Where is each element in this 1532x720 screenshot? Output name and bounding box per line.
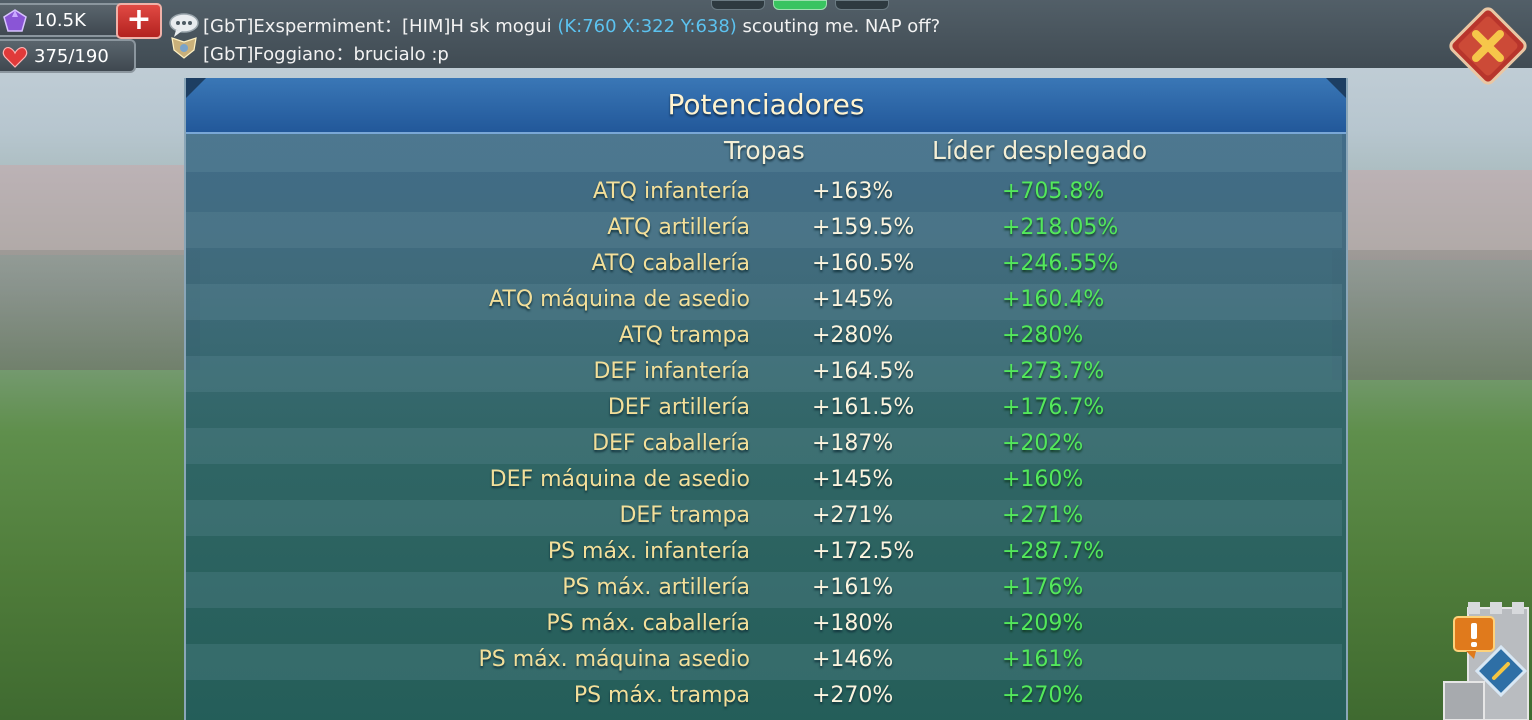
chat-message-1-text: [GbT]Exspermiment：[HIM]H sk mogui (203, 16, 558, 37)
chat-message-2: [GbT]Foggiano：brucialo :p (203, 44, 449, 65)
background-wall-right (1332, 250, 1532, 380)
troops-value: +163% (812, 179, 894, 204)
boost-row: PS máx. trampa +270% +270% (186, 680, 1342, 716)
boost-label: ATQ máquina de asedio (489, 287, 750, 312)
leader-value: +160% (1002, 467, 1084, 492)
panel-header: Potenciadores (186, 78, 1346, 134)
chat-channel-tabs[interactable] (705, 0, 895, 10)
boost-row: PS máx. artillería +161% +176% (186, 572, 1342, 608)
boosts-list[interactable]: ATQ infantería +163% +705.8% ATQ artillerí… (186, 176, 1342, 716)
troops-value: +187% (812, 431, 894, 456)
chat-coordinates-link[interactable]: (K:760 X:322 Y:638) (557, 16, 737, 37)
leader-value: +273.7% (1002, 359, 1105, 384)
boost-label: DEF trampa (619, 503, 750, 528)
boost-row: ATQ artillería +159.5% +218.05% (186, 212, 1342, 248)
boost-label: DEF artillería (607, 395, 750, 420)
troops-value: +160.5% (812, 251, 915, 276)
troops-value: +161% (812, 575, 894, 600)
troops-value: +180% (812, 611, 894, 636)
leader-value: +270% (1002, 683, 1084, 708)
chat-tab-left[interactable] (711, 0, 765, 10)
boost-label: ATQ trampa (618, 323, 750, 348)
boost-label: PS máx. artillería (562, 575, 750, 600)
heart-icon (2, 47, 28, 68)
boost-row: DEF caballería +187% +202% (186, 428, 1342, 464)
gem-count: 10.5K (34, 9, 86, 31)
boost-row: DEF infantería +164.5% +273.7% (186, 356, 1342, 392)
leader-value: +246.55% (1002, 251, 1119, 276)
troops-value: +280% (812, 323, 894, 348)
boost-row: DEF trampa +271% +271% (186, 500, 1342, 536)
guild-badge-icon (171, 37, 197, 59)
boost-label: DEF máquina de asedio (489, 467, 750, 492)
boost-row: PS máx. máquina asedio +146% +161% (186, 644, 1342, 680)
leader-value: +705.8% (1002, 179, 1105, 204)
boost-row: ATQ caballería +160.5% +246.55% (186, 248, 1342, 284)
boost-row: PS máx. caballería +180% +209% (186, 608, 1342, 644)
alert-icon[interactable] (1452, 615, 1496, 661)
leader-value: +176.7% (1002, 395, 1105, 420)
boost-row: PS máx. infantería +172.5% +287.7% (186, 536, 1342, 572)
stamina-counter: 375/190 (0, 39, 136, 73)
page-title: Potenciadores (667, 88, 865, 121)
boost-row: ATQ trampa +280% +280% (186, 320, 1342, 356)
boost-label: PS máx. infantería (547, 539, 750, 564)
stamina-count: 375/190 (34, 45, 109, 67)
leader-value: +202% (1002, 431, 1084, 456)
gem-counter: 10.5K (0, 3, 126, 37)
boost-label: PS máx. trampa (573, 683, 750, 708)
chat-tab-right[interactable] (835, 0, 889, 10)
boost-label: PS máx. máquina asedio (478, 647, 750, 672)
chat-message-1-suffix: scouting me. NAP off? (736, 16, 941, 37)
close-button[interactable] (1446, 4, 1530, 88)
boost-label: DEF caballería (592, 431, 750, 456)
gem-icon (3, 9, 27, 32)
leader-value: +209% (1002, 611, 1084, 636)
troops-value: +164.5% (812, 359, 915, 384)
background-roof-right (1342, 170, 1532, 260)
add-gems-button[interactable]: + (116, 3, 162, 39)
troops-value: +159.5% (812, 215, 915, 240)
boost-label: DEF infantería (593, 359, 750, 384)
troops-value: +271% (812, 503, 894, 528)
background-roof-left (0, 165, 190, 255)
close-icon[interactable] (1448, 6, 1527, 85)
boost-label: PS máx. caballería (546, 611, 750, 636)
column-header-leader: Líder desplegado (932, 136, 1148, 165)
boost-label: ATQ caballería (591, 251, 750, 276)
leader-value: +287.7% (1002, 539, 1105, 564)
chat-tab-active[interactable] (773, 0, 827, 10)
boost-row: DEF artillería +161.5% +176.7% (186, 392, 1342, 428)
boost-label: ATQ infantería (592, 179, 750, 204)
leader-value: +280% (1002, 323, 1084, 348)
boost-row: ATQ infantería +163% +705.8% (186, 176, 1342, 212)
column-header-troops: Tropas (724, 136, 805, 165)
troops-value: +161.5% (812, 395, 915, 420)
boost-label: ATQ artillería (607, 215, 750, 240)
chat-message-1: [GbT]Exspermiment：[HIM]H sk mogui (K:760… (203, 12, 940, 38)
leader-value: +271% (1002, 503, 1084, 528)
boost-row: ATQ máquina de asedio +145% +160.4% (186, 284, 1342, 320)
leader-value: +176% (1002, 575, 1084, 600)
leader-value: +161% (1002, 647, 1084, 672)
troops-value: +145% (812, 287, 894, 312)
troops-value: +145% (812, 467, 894, 492)
troops-value: +172.5% (812, 539, 915, 564)
leader-value: +218.05% (1002, 215, 1119, 240)
leader-value: +160.4% (1002, 287, 1105, 312)
troops-value: +146% (812, 647, 894, 672)
boost-row: DEF máquina de asedio +145% +160% (186, 464, 1342, 500)
troops-value: +270% (812, 683, 894, 708)
background-wall-left (0, 250, 200, 370)
